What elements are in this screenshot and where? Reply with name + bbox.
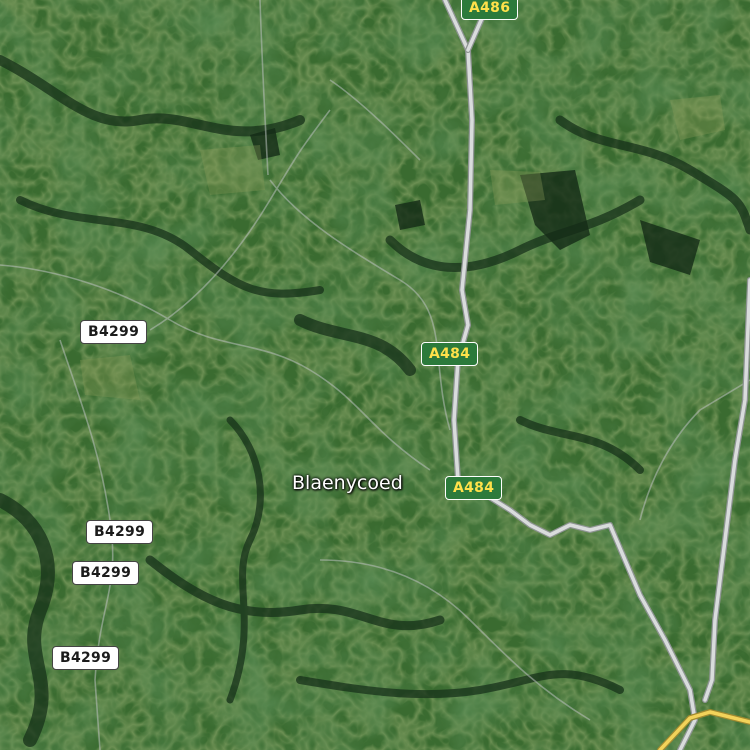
place-label-blaenycoed: Blaenycoed [292, 472, 403, 494]
terrain-layer [0, 0, 750, 750]
road-shield-b4299: B4299 [72, 561, 140, 585]
satellite-map[interactable] [0, 0, 750, 750]
road-shield-b4299: B4299 [86, 520, 154, 544]
road-shield-b4299: B4299 [52, 646, 120, 670]
road-shield-a484-south: A484 [445, 476, 503, 500]
road-shield-a484-north: A484 [421, 342, 479, 366]
road-shield-b4299: B4299 [80, 320, 148, 344]
road-shield-a486: A486 [461, 0, 519, 20]
